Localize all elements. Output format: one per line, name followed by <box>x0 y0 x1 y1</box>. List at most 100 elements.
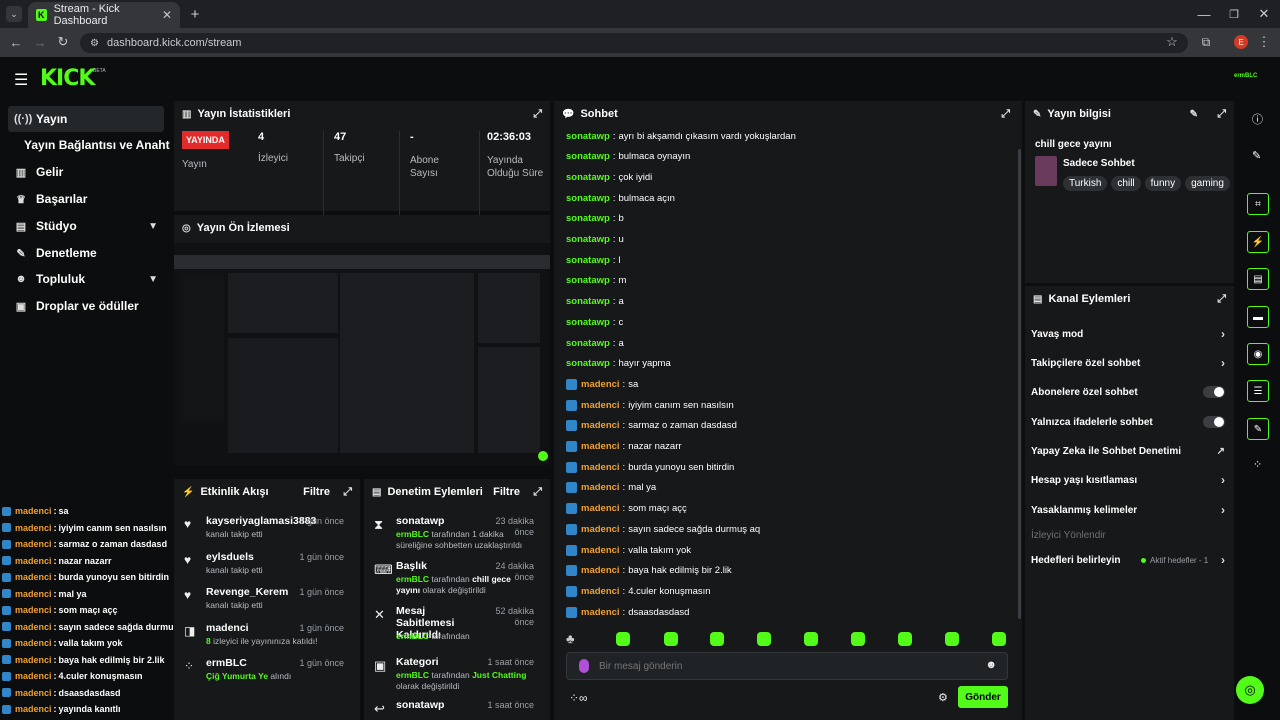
tag[interactable]: chill <box>1111 176 1141 191</box>
emote-button[interactable] <box>804 632 818 646</box>
layout-icon[interactable]: ☰ <box>1247 380 1269 402</box>
tag[interactable]: funny <box>1144 176 1182 191</box>
emote-button[interactable] <box>664 632 678 646</box>
address-bar[interactable]: ⚙ dashboard.kick.com/stream <box>80 33 1188 53</box>
chat-username[interactable]: madenci <box>581 482 620 493</box>
popout-icon[interactable]: ⤢ <box>1217 293 1226 306</box>
chat-message[interactable]: sonatawp: a <box>566 294 624 310</box>
emote-button[interactable] <box>898 632 912 646</box>
chat-username[interactable]: sonatawp <box>566 296 610 307</box>
chat-settings-icon[interactable]: ⁘∞ <box>569 691 588 705</box>
subs-only-toggle[interactable] <box>1203 386 1225 398</box>
category-name[interactable]: Sadece Sohbet <box>1063 158 1135 169</box>
chat-username[interactable]: sonatawp <box>566 275 610 286</box>
apps-icon[interactable]: ⁘ <box>1253 458 1262 471</box>
chat-message[interactable]: madenci: nazar nazarr <box>566 439 682 455</box>
maximize-icon[interactable]: ❐ <box>1226 6 1242 22</box>
sidebar-item-studio[interactable]: ▤ Stüdyo ▼ <box>8 213 164 239</box>
new-tab-icon[interactable]: + <box>188 6 202 23</box>
mic-icon[interactable] <box>579 659 589 673</box>
emote-picker-icon[interactable]: ♣ <box>566 631 575 646</box>
filter-button[interactable]: Filtre <box>303 486 330 498</box>
chat-message[interactable]: madenci: valla takım yok <box>566 542 691 558</box>
filter-button[interactable]: Filtre <box>493 486 520 498</box>
chat-message[interactable]: madenci: sayın sadece sağda durmuş aq <box>566 521 760 537</box>
chat-message[interactable]: madenci: dsaasdasdasd <box>566 604 689 620</box>
forward-icon[interactable]: → <box>32 34 48 50</box>
emote-button[interactable] <box>616 632 630 646</box>
moderation-item[interactable]: ✕ Mesaj Sabitlemesi Kaldırıldı 52 dakika ö… <box>364 605 542 647</box>
chat-message[interactable]: madenci:4.culer konuşmasın <box>566 583 711 599</box>
chat-message[interactable]: madenci: sarmaz o zaman dasdasd <box>566 418 737 434</box>
activity-name[interactable]: madenci <box>206 622 249 634</box>
tag[interactable]: Turkish <box>1063 176 1108 191</box>
chat-username[interactable]: sonatawp <box>566 317 610 328</box>
chat-username[interactable]: madenci <box>581 586 620 597</box>
browser-menu-icon[interactable]: ⋮ <box>1258 34 1271 50</box>
chat-username[interactable]: madenci <box>581 420 620 431</box>
reload-icon[interactable]: ↻ <box>55 34 71 50</box>
chat-username[interactable]: madenci <box>581 545 620 556</box>
emoji-icon[interactable]: ☻ <box>985 659 997 671</box>
banned-words-row[interactable]: Yasaklanmış kelimeler › <box>1031 499 1227 521</box>
chat-username[interactable]: sonatawp <box>566 358 610 369</box>
chat-username[interactable]: madenci <box>581 503 620 514</box>
broadcast-icon[interactable]: ◉ <box>1247 343 1269 365</box>
chat-username[interactable]: sonatawp <box>566 172 610 183</box>
emote-button[interactable] <box>710 632 724 646</box>
tab-search-icon[interactable]: ⌄ <box>6 6 22 22</box>
chat-username[interactable]: madenci <box>581 607 620 618</box>
edit-icon[interactable]: ✎ <box>1190 109 1198 120</box>
activity-item[interactable]: ♥ Revenge_Kerem 1 gün önce kanalı takip ett… <box>174 586 352 618</box>
chat-message[interactable]: madenci: iyiyim canım sen nasılsın <box>566 397 734 413</box>
sidebar-item-achievements[interactable]: ♛ Başarılar <box>8 186 164 212</box>
chat-username[interactable]: madenci <box>581 462 620 473</box>
activity-item[interactable]: ◨ madenci 1 gün önce 8 izleyici ile yayının… <box>174 622 352 654</box>
chat-message[interactable]: sonatawp: hayır yapma <box>566 356 671 372</box>
sidebar-item-community[interactable]: ☻ Topluluk ▼ <box>8 266 164 292</box>
sidebar-item-stream[interactable]: ((·)) Yayın <box>8 106 164 132</box>
popout-icon[interactable]: ⤢ <box>343 486 352 499</box>
info-icon[interactable]: ⓘ <box>1252 111 1263 127</box>
chat-username[interactable]: sonatawp <box>566 338 610 349</box>
emote-button[interactable] <box>851 632 865 646</box>
popout-icon[interactable]: ⤢ <box>533 486 542 499</box>
activity-item[interactable]: ⁘ ermBLC 1 gün önce Çiğ Yumurta Ye alındı <box>174 657 352 689</box>
emote-button[interactable] <box>992 632 1006 646</box>
bookmark-star-icon[interactable]: ☆ <box>1164 34 1180 50</box>
account-age-row[interactable]: Hesap yaşı kısıtlaması › <box>1031 469 1227 491</box>
popout-icon[interactable]: ⤢ <box>533 108 542 121</box>
chat-username[interactable]: madenci <box>581 524 620 535</box>
activity-item[interactable]: ♥ eylsduels 1 gün önce kanalı takip etti <box>174 551 352 583</box>
wrench-icon[interactable]: ✎ <box>1247 418 1269 440</box>
followers-only-row[interactable]: Takipçilere özel sohbet › <box>1031 352 1227 374</box>
site-info-icon[interactable]: ⚙ <box>90 38 99 49</box>
ai-moderation-row[interactable]: Yapay Zeka ile Sohbet Denetimi ↗ <box>1031 440 1227 462</box>
goals-row[interactable]: Hedefleri belirleyin Aktif hedefler - 1 … <box>1031 549 1227 571</box>
chat-username[interactable]: sonatawp <box>566 193 610 204</box>
activity-item[interactable]: ♥ kayseriyaglamasi3883 1 gün önce kanalı ta… <box>174 515 352 547</box>
hamburger-menu-icon[interactable]: ☰ <box>14 70 28 90</box>
chat-message[interactable]: sonatawp: a <box>566 335 624 351</box>
tab-close-icon[interactable]: ✕ <box>162 8 172 22</box>
chat-input[interactable] <box>599 658 979 674</box>
stream-preview-video[interactable] <box>174 243 550 465</box>
sidebar-item-moderation[interactable]: ✎ Denetleme <box>8 240 164 266</box>
moderation-item[interactable]: ⧗ sonatawp 23 dakika önce ermBLC tarafından… <box>364 515 542 557</box>
category-thumbnail[interactable] <box>1035 156 1057 186</box>
chat-message[interactable]: sonatawp: u <box>566 232 624 248</box>
extensions-icon[interactable]: ⧉ <box>1198 34 1214 50</box>
chat-message[interactable]: sonatawp: l <box>566 252 621 268</box>
popout-icon[interactable]: ⤢ <box>1001 108 1010 121</box>
lightning-icon[interactable]: ⚡ <box>1247 231 1269 253</box>
slow-mode-row[interactable]: Yavaş mod › <box>1031 323 1227 345</box>
chat-username[interactable]: madenci <box>581 379 620 390</box>
minimize-icon[interactable]: — <box>1196 6 1212 22</box>
chat-message[interactable]: sonatawp: bulmaca oynayın <box>566 149 690 165</box>
browser-tab[interactable]: K Stream - Kick Dashboard ✕ <box>28 2 180 28</box>
window-close-icon[interactable]: ✕ <box>1256 6 1272 22</box>
chat-message[interactable]: sonatawp: çok iyidi <box>566 169 652 185</box>
chat-username[interactable]: madenci <box>581 400 620 411</box>
activity-name[interactable]: eylsduels <box>206 551 254 563</box>
edit-icon[interactable]: ✎ <box>1252 149 1261 162</box>
